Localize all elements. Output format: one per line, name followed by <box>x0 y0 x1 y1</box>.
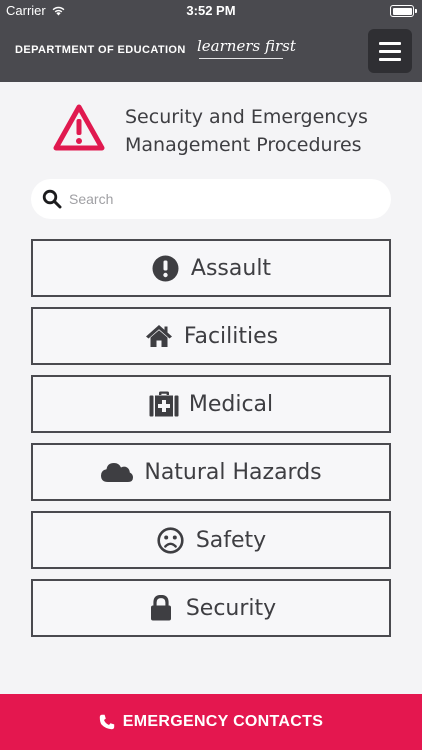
category-label: Medical <box>188 391 274 417</box>
category-label: Assault <box>190 255 272 281</box>
page-title-line2: Management Procedures <box>125 134 362 156</box>
category-security-button[interactable]: Security <box>31 579 391 637</box>
category-label: Safety <box>195 527 267 553</box>
category-label: Natural Hazards <box>144 459 322 485</box>
status-bar: Carrier 3:52 PM <box>0 0 422 22</box>
frown-face-icon <box>156 525 186 555</box>
page-title-section: Security and Emergencys Management Proce… <box>52 103 392 163</box>
search-input[interactable] <box>69 179 369 219</box>
clock: 3:52 PM <box>186 3 236 18</box>
search-bar[interactable] <box>31 179 391 219</box>
cloud-icon <box>100 457 134 487</box>
category-safety-button[interactable]: Safety <box>31 511 391 569</box>
warning-triangle-icon <box>53 104 105 151</box>
department-label: DEPARTMENT OF EDUCATION <box>15 44 186 56</box>
category-medical-button[interactable]: Medical <box>31 375 391 433</box>
exclamation-circle-icon <box>151 253 181 283</box>
category-assault-button[interactable]: Assault <box>31 239 391 297</box>
medkit-icon <box>149 389 179 419</box>
lock-icon <box>146 593 176 623</box>
search-icon <box>42 189 62 209</box>
tagline-underline <box>199 58 283 59</box>
phone-icon <box>99 714 114 730</box>
emergency-contacts-button[interactable]: EMERGENCY CONTACTS <box>0 694 422 750</box>
emergency-contacts-label: EMERGENCY CONTACTS <box>122 713 324 730</box>
category-natural-hazards-button[interactable]: Natural Hazards <box>31 443 391 501</box>
category-label: Facilities <box>183 323 279 349</box>
home-icon <box>144 321 174 351</box>
app-header: DEPARTMENT OF EDUCATION learners first <box>0 22 422 82</box>
page-title-line1: Security and Emergencys <box>125 106 368 128</box>
battery-icon <box>390 5 417 17</box>
category-label: Security <box>185 595 277 621</box>
tagline: learners first <box>197 37 296 55</box>
menu-button[interactable] <box>368 29 412 73</box>
category-list: Assault Facilities Medical Natural Hazar… <box>31 239 391 647</box>
category-facilities-button[interactable]: Facilities <box>31 307 391 365</box>
hamburger-menu-icon <box>379 41 401 45</box>
page-title: Security and Emergencys Management Proce… <box>125 103 368 159</box>
